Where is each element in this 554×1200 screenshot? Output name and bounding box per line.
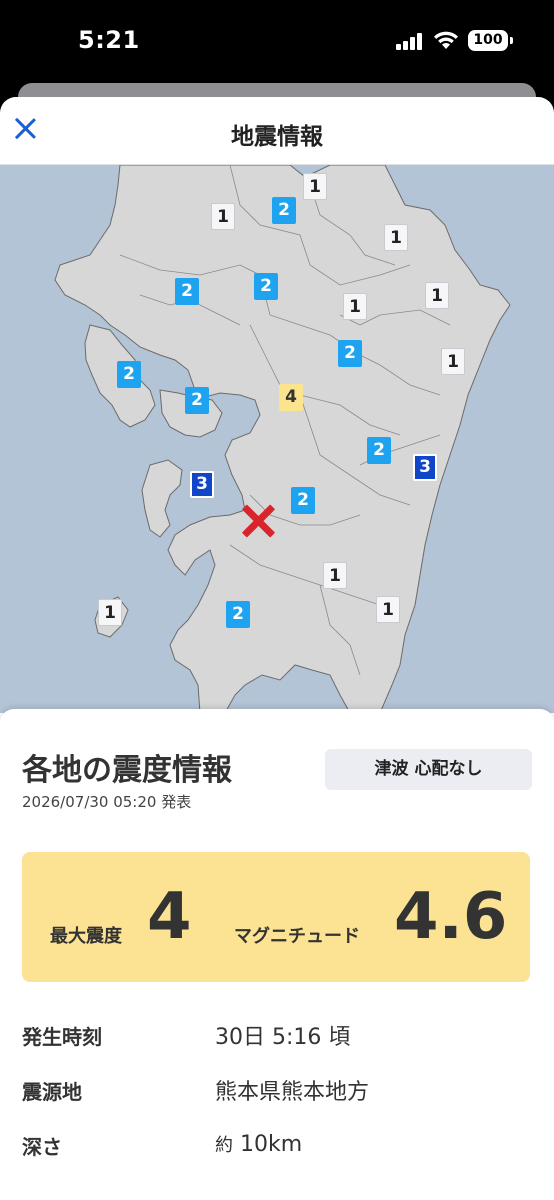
epicenter-value: 熊本県熊本地方 xyxy=(215,1080,370,1105)
tsunami-status-badge: 津波 心配なし xyxy=(325,749,532,790)
kyushu-land xyxy=(54,165,511,713)
intensity-badge-2[interactable]: 2 xyxy=(338,340,362,367)
intensity-badge-2[interactable]: 2 xyxy=(291,487,315,514)
intensity-badge-1[interactable]: 1 xyxy=(384,224,408,251)
intensity-badge-1[interactable]: 1 xyxy=(441,348,465,375)
page-title: 地震情報 xyxy=(231,124,323,150)
summary-card: 最大震度 4 マグニチュード 4.6 xyxy=(22,852,530,982)
depth-row: 約 10km xyxy=(215,1131,302,1157)
magnitude-label: マグニチュード xyxy=(234,926,360,947)
battery-icon: 100 xyxy=(468,30,513,51)
intensity-badge-1[interactable]: 1 xyxy=(343,293,367,320)
occurrence-time-label: 発生時刻 xyxy=(22,1025,102,1049)
wifi-icon xyxy=(434,31,458,49)
section-title: 各地の震度情報 xyxy=(22,753,232,788)
intensity-badge-3[interactable]: 3 xyxy=(190,471,214,498)
occurrence-time-value: 30日 5:16 頃 xyxy=(215,1025,351,1050)
epicenter-label: 震源地 xyxy=(22,1080,82,1104)
max-intensity-label: 最大震度 xyxy=(50,926,122,947)
earthquake-info-sheet: 地震情報 1 1 2 1 2 2 1 1 2 1 2 2 4 2 3 3 2 1… xyxy=(0,97,554,1200)
depth-label: 深さ xyxy=(22,1135,62,1159)
intensity-badge-2[interactable]: 2 xyxy=(117,361,141,388)
intensity-badge-2[interactable]: 2 xyxy=(175,278,199,305)
intensity-badge-2[interactable]: 2 xyxy=(254,273,278,300)
intensity-badge-1[interactable]: 1 xyxy=(323,562,347,589)
cellular-signal-icon xyxy=(396,32,426,50)
intensity-badge-1[interactable]: 1 xyxy=(303,173,327,200)
depth-value: 10km xyxy=(240,1132,303,1157)
intensity-badge-1[interactable]: 1 xyxy=(425,282,449,309)
intensity-badge-2[interactable]: 2 xyxy=(185,387,209,414)
info-panel: 各地の震度情報 2026/07/30 05:20 発表 津波 心配なし 最大震度… xyxy=(0,709,554,1200)
issued-timestamp: 2026/07/30 05:20 発表 xyxy=(22,793,192,811)
depth-prefix: 約 xyxy=(215,1135,233,1156)
intensity-badge-2[interactable]: 2 xyxy=(367,437,391,464)
intensity-map[interactable]: 1 1 2 1 2 2 1 1 2 1 2 2 4 2 3 3 2 1 1 1 … xyxy=(0,165,554,713)
max-intensity-value: 4 xyxy=(147,880,192,954)
magnitude-value: 4.6 xyxy=(394,880,508,954)
intensity-badge-1[interactable]: 1 xyxy=(376,596,400,623)
intensity-badge-4[interactable]: 4 xyxy=(279,384,303,411)
status-bar: 5:21 100 xyxy=(0,0,554,82)
intensity-badge-1[interactable]: 1 xyxy=(98,599,122,626)
intensity-badge-1[interactable]: 1 xyxy=(211,203,235,230)
sheet-header: 地震情報 xyxy=(0,97,554,165)
intensity-badge-2[interactable]: 2 xyxy=(226,601,250,628)
epicenter-x-icon xyxy=(240,503,276,539)
intensity-badge-3[interactable]: 3 xyxy=(413,454,437,481)
status-time: 5:21 xyxy=(78,26,140,54)
intensity-badge-2[interactable]: 2 xyxy=(272,197,296,224)
